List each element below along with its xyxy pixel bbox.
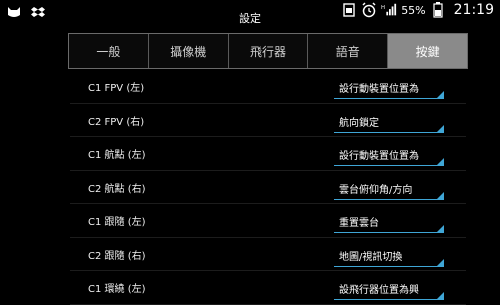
dropdown-value: 雲台俯仰角/方向 — [339, 184, 413, 196]
dropdown-value: 設行動裝置位置為 — [339, 151, 419, 162]
dropdown-arrow-icon — [437, 258, 444, 266]
setting-row: C1 FPV (左) 設行動裝置位置為 — [70, 70, 466, 104]
setting-dropdown[interactable]: 設行動裝置位置為 — [334, 76, 444, 99]
setting-row: C2 跟隨 (右) 地圖/視訊切換 — [70, 238, 466, 271]
tab-voice[interactable]: 語音 — [308, 34, 389, 68]
setting-dropdown[interactable]: 重置雲台 — [334, 210, 444, 233]
tab-aircraft[interactable]: 飛行器 — [229, 34, 309, 68]
setting-label: C2 航點 (右) — [88, 183, 146, 195]
dropdown-arrow-icon — [437, 191, 444, 199]
setting-label: C1 FPV (左) — [88, 83, 145, 94]
setting-label: C1 航點 (左) — [88, 150, 146, 161]
setting-dropdown[interactable]: 航向鎖定 — [334, 110, 444, 133]
dropdown-arrow-icon — [437, 158, 444, 165]
setting-row: C1 跟隨 (左) 重置雲台 — [70, 204, 466, 238]
tab-general[interactable]: 一般 — [69, 34, 149, 68]
dropdown-value: 地圖/視訊切換 — [339, 251, 403, 263]
setting-row: C1 航點 (左) 設行動裝置位置為 — [70, 137, 466, 171]
setting-dropdown[interactable]: 設飛行器位置為興 — [334, 277, 444, 300]
setting-label: C2 跟隨 (右) — [88, 250, 146, 262]
setting-row: C1 環繞 (左) 設飛行器位置為興 — [70, 271, 466, 305]
button-settings-list: C1 FPV (左) 設行動裝置位置為 C2 FPV (右) 航向鎖定 C1 航… — [70, 70, 466, 305]
setting-label: C1 跟隨 (左) — [88, 217, 146, 228]
dropdown-arrow-icon — [437, 124, 444, 132]
dropdown-value: 航向鎖定 — [339, 117, 379, 129]
dropdown-value: 重置雲台 — [339, 218, 379, 229]
setting-row: C2 FPV (右) 航向鎖定 — [70, 104, 466, 137]
tab-camera[interactable]: 攝像機 — [149, 34, 229, 68]
dropdown-arrow-icon — [437, 91, 444, 98]
page-title: 設定 — [239, 12, 261, 25]
tab-buttons[interactable]: 按鍵 — [388, 34, 467, 68]
dropdown-value: 設飛行器位置為興 — [339, 285, 419, 296]
setting-label: C1 環繞 (左) — [88, 284, 146, 295]
dropdown-arrow-icon — [437, 292, 444, 299]
setting-label: C2 FPV (右) — [88, 116, 145, 128]
dropdown-value: 設行動裝置位置為 — [339, 84, 419, 95]
dropdown-arrow-icon — [437, 225, 444, 232]
setting-dropdown[interactable]: 雲台俯仰角/方向 — [334, 177, 444, 200]
setting-dropdown[interactable]: 地圖/視訊切換 — [334, 244, 444, 267]
setting-row: C2 航點 (右) 雲台俯仰角/方向 — [70, 171, 466, 204]
setting-dropdown[interactable]: 設行動裝置位置為 — [334, 143, 444, 166]
tab-bar: 一般 攝像機 飛行器 語音 按鍵 — [68, 33, 468, 69]
